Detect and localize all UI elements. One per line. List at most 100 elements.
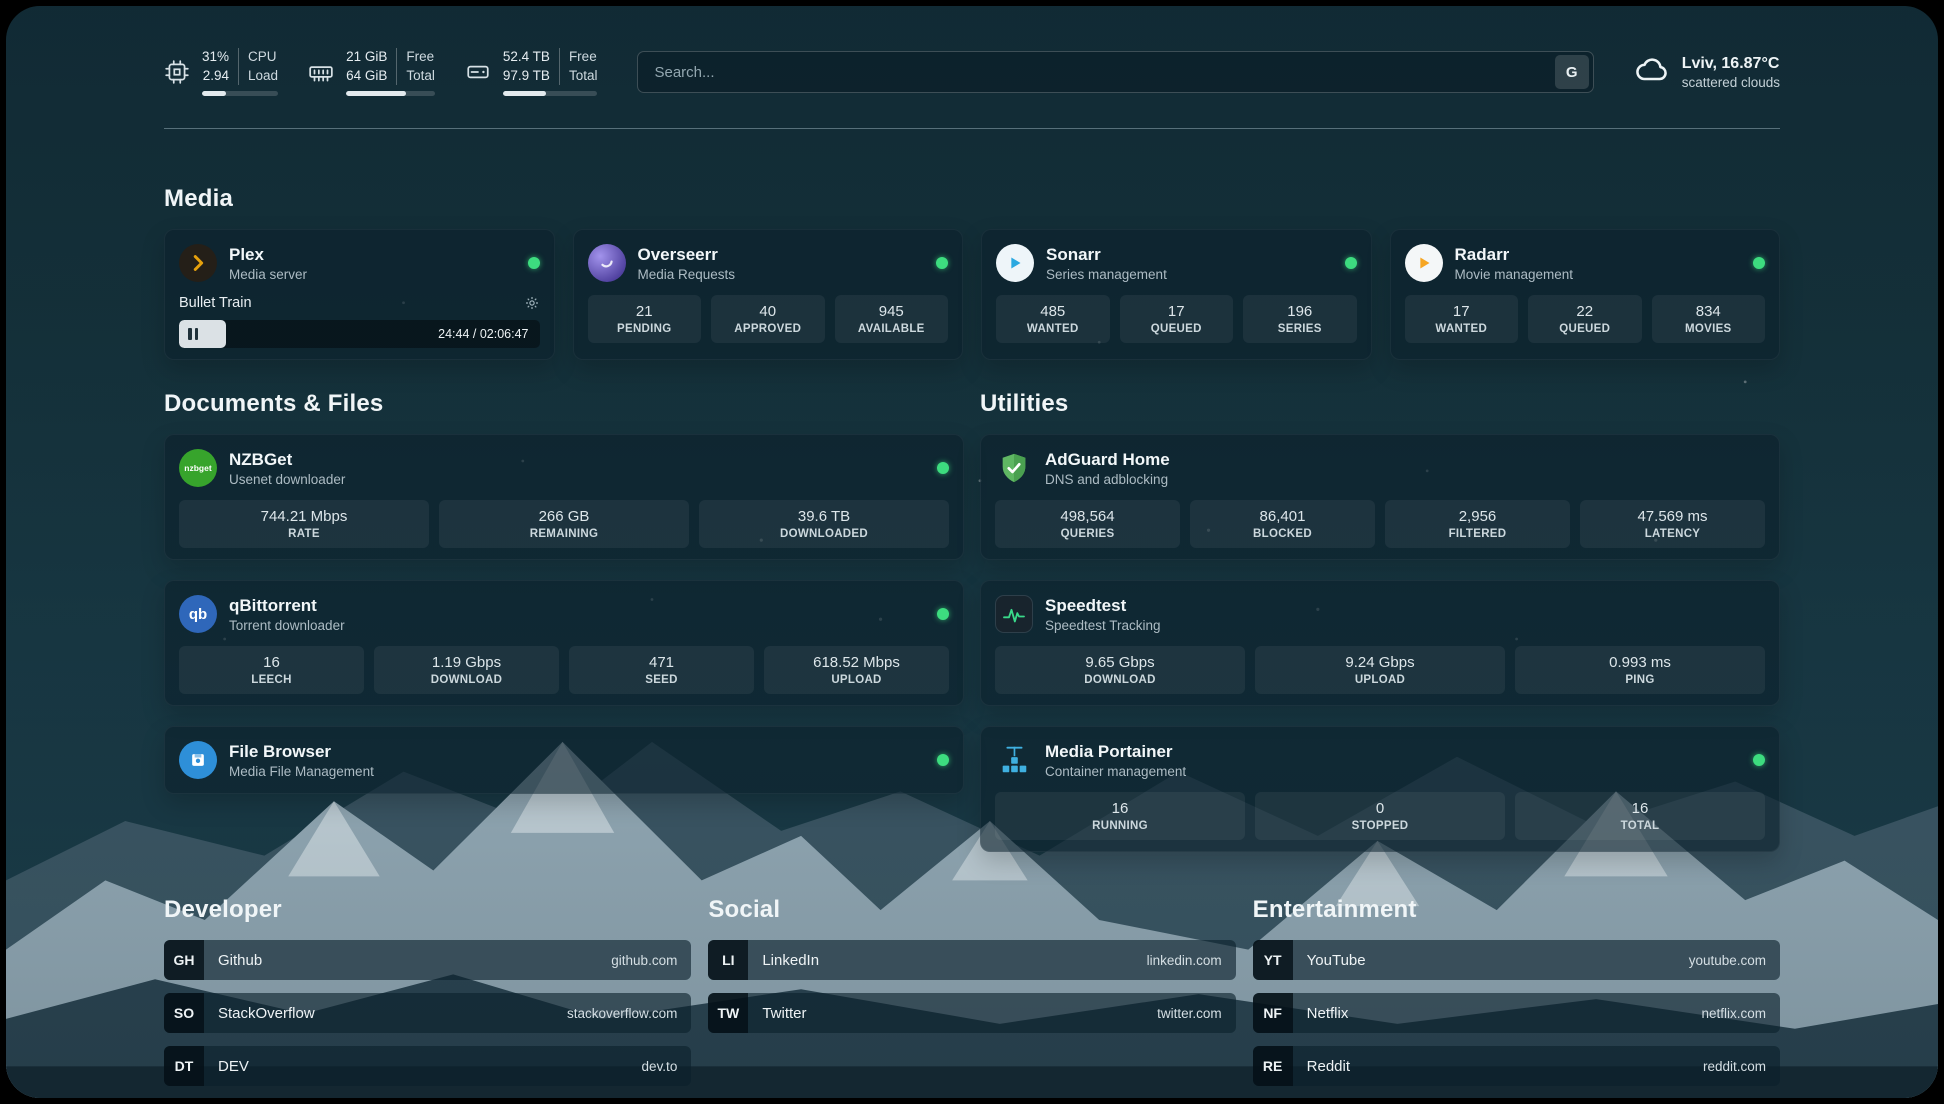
status-dot [937,608,949,620]
stackoverflow-icon: SO [164,993,204,1033]
disk-total: 97.9 TB [503,67,550,86]
app-subtitle: Series management [1046,267,1333,282]
bookmark-youtube[interactable]: YT YouTube youtube.com [1253,940,1780,980]
app-card-qbittorrent[interactable]: qb qBittorrent Torrent downloader 16 LEE… [164,580,964,706]
app-card-adguard[interactable]: AdGuard Home DNS and adblocking 498,564 … [980,434,1780,560]
app-card-overseerr[interactable]: Overseerr Media Requests 21 PENDING 40 A… [573,229,964,360]
status-dot [936,257,948,269]
top-bar: 31% 2.94 CPU Load [164,40,1780,104]
header-divider [164,128,1780,129]
app-subtitle: Usenet downloader [229,472,925,487]
status-dot [1753,754,1765,766]
status-dot [528,257,540,269]
search-bar[interactable]: G [637,51,1593,93]
status-dot [1345,257,1357,269]
app-card-portainer[interactable]: Media Portainer Container management 16 … [980,726,1780,852]
stat-pending: 21 PENDING [588,295,702,343]
gear-icon[interactable] [524,295,540,311]
disk-free: 52.4 TB [503,48,550,67]
app-card-radarr[interactable]: Radarr Movie management 17 WANTED 22 QUE… [1390,229,1781,360]
stat-leech: 16 LEECH [179,646,364,694]
app-subtitle: Speedtest Tracking [1045,618,1765,633]
cloud-icon [1634,52,1670,93]
app-name: Plex [229,245,516,265]
reddit-icon: RE [1253,1046,1293,1086]
bookmark-stackoverflow[interactable]: SO StackOverflow stackoverflow.com [164,993,691,1033]
now-playing-title: Bullet Train [179,295,252,311]
app-subtitle: Container management [1045,764,1741,779]
utilities-title: Utilities [980,390,1780,418]
bookmark-github[interactable]: GH Github github.com [164,940,691,980]
stat-seed: 471 SEED [569,646,754,694]
app-card-sonarr[interactable]: Sonarr Series management 485 WANTED 17 Q… [981,229,1372,360]
section-media: Media Plex Media server [164,185,1780,360]
bookmark-dev[interactable]: DT DEV dev.to [164,1046,691,1086]
app-subtitle: Movie management [1455,267,1742,282]
disk-widget: 52.4 TB 97.9 TB Free Total [465,48,598,97]
app-subtitle: Media File Management [229,764,925,779]
search-engine-button[interactable]: G [1555,55,1589,89]
cpu-percent: 31% [202,48,229,67]
stat-total: 16 TOTAL [1515,792,1765,840]
bookmark-reddit[interactable]: RE Reddit reddit.com [1253,1046,1780,1086]
stat-queued: 17 QUEUED [1120,295,1234,343]
stat-rate: 744.21 Mbps RATE [179,500,429,548]
stat-stopped: 0 STOPPED [1255,792,1505,840]
app-card-filebrowser[interactable]: File Browser Media File Management [164,726,964,794]
section-utilities: Utilities AdGuard Home DNS and adblockin… [980,390,1780,852]
app-card-speedtest[interactable]: Speedtest Speedtest Tracking 9.65 Gbps D… [980,580,1780,706]
media-title: Media [164,185,1780,213]
social-title: Social [708,896,1235,924]
pause-icon[interactable] [188,328,198,340]
app-card-nzbget[interactable]: nzbget NZBGet Usenet downloader 744.21 M… [164,434,964,560]
status-dot [937,462,949,474]
developer-title: Developer [164,896,691,924]
app-name: Radarr [1455,245,1742,265]
app-name: Media Portainer [1045,742,1741,762]
app-name: Overseerr [638,245,925,265]
disk-label-1: Free [569,48,598,67]
app-name: qBittorrent [229,596,925,616]
youtube-icon: YT [1253,940,1293,980]
cpu-load: 2.94 [202,67,229,86]
dev-icon: DT [164,1046,204,1086]
playback-time: 24:44 / 02:06:47 [438,327,528,341]
now-playing: Bullet Train 24:44 / 02:06:47 [179,293,540,348]
speedtest-icon [995,595,1033,633]
bookmark-netflix[interactable]: NF Netflix netflix.com [1253,993,1780,1033]
cpu-widget: 31% 2.94 CPU Load [164,48,278,97]
entertainment-title: Entertainment [1253,896,1780,924]
app-card-plex[interactable]: Plex Media server Bullet Train [164,229,555,360]
bookmark-twitter[interactable]: TW Twitter twitter.com [708,993,1235,1033]
search-input[interactable] [638,64,1554,81]
app-name: Sonarr [1046,245,1333,265]
disk-progress-bar [503,91,598,96]
stat-queries: 498,564 QUERIES [995,500,1180,548]
section-documents: Documents & Files nzbget NZBGet Usenet d… [164,390,964,852]
stat-movies: 834 MOVIES [1652,295,1766,343]
status-dot [1753,257,1765,269]
cpu-label-2: Load [248,67,278,86]
app-subtitle: DNS and adblocking [1045,472,1765,487]
stat-upload: 618.52 Mbps UPLOAD [764,646,949,694]
cpu-progress-bar [202,91,278,96]
stat-remaining: 266 GB REMAINING [439,500,689,548]
bookmark-linkedin[interactable]: LI LinkedIn linkedin.com [708,940,1235,980]
stat-filtered: 2,956 FILTERED [1385,500,1570,548]
github-icon: GH [164,940,204,980]
stat-download: 9.65 Gbps DOWNLOAD [995,646,1245,694]
cpu-icon [164,59,190,85]
sonarr-icon [996,244,1034,282]
bookmark-group-social: Social LI LinkedIn linkedin.com TW Twitt… [708,896,1235,1098]
dashboard: 31% 2.94 CPU Load [6,6,1938,1098]
twitter-icon: TW [708,993,748,1033]
qbittorrent-icon: qb [179,595,217,633]
weather-location: Lviv, 16.87°C [1682,55,1780,73]
ram-progress-bar [346,91,435,96]
ram-label-1: Free [406,48,435,67]
weather-condition: scattered clouds [1682,75,1780,90]
cpu-label-1: CPU [248,48,278,67]
stat-available: 945 AVAILABLE [835,295,949,343]
playback-progress-bar[interactable]: 24:44 / 02:06:47 [179,320,540,348]
app-name: Speedtest [1045,596,1765,616]
